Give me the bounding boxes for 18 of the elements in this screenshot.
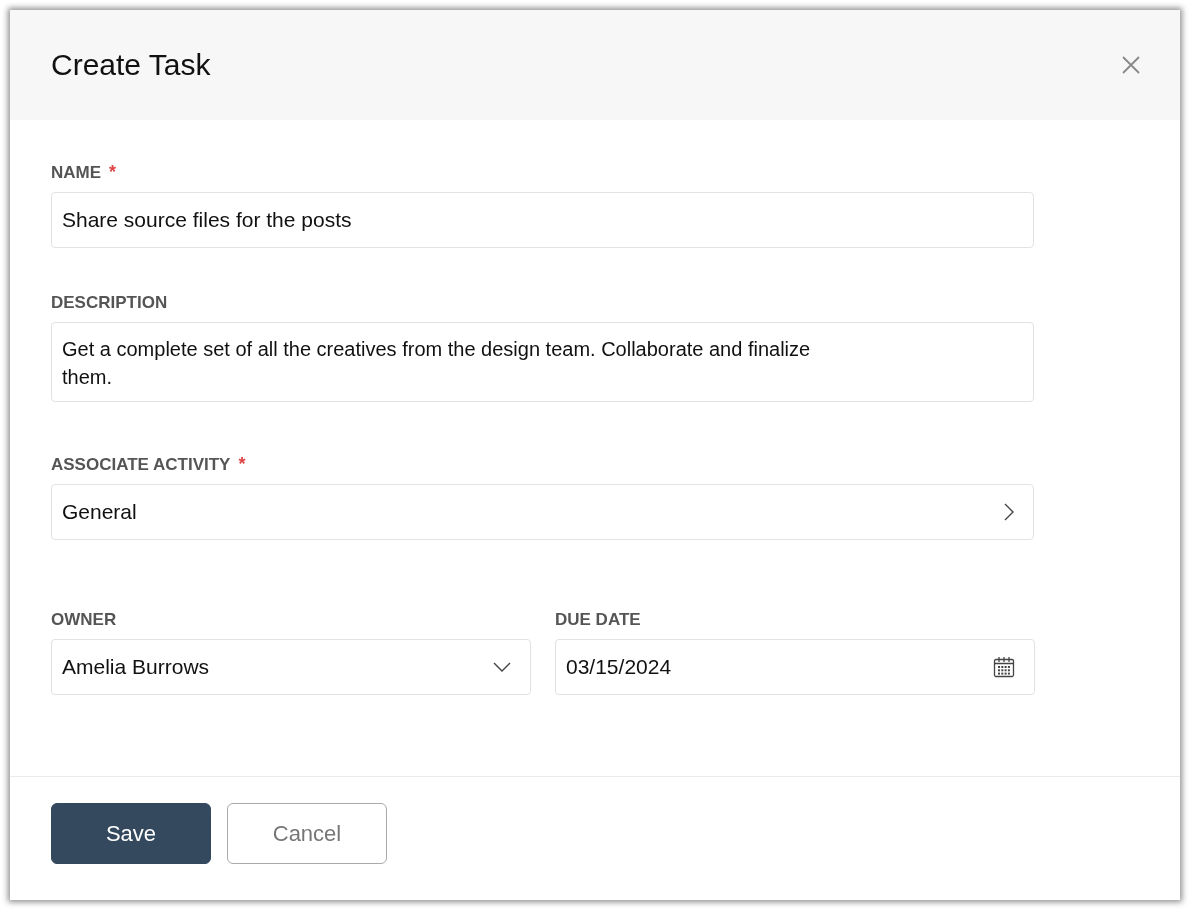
chevron-down-icon bbox=[493, 662, 511, 672]
text-field[interactable]: Share source files for the posts bbox=[51, 192, 1034, 248]
chevron-right-icon bbox=[1004, 503, 1014, 521]
field-label: NAME bbox=[51, 163, 102, 183]
select-field[interactable]: General bbox=[51, 484, 1034, 540]
field-label: ASSOCIATE ACTIVITY bbox=[51, 455, 231, 475]
date-field[interactable]: 03/15/2024 bbox=[555, 639, 1035, 695]
required-mark: * bbox=[238, 455, 246, 473]
calendar-icon bbox=[993, 656, 1015, 678]
field-label: DUE DATE bbox=[555, 610, 641, 630]
required-mark: * bbox=[109, 163, 117, 181]
description-field[interactable]: Get a complete set of all the creatives from the design team. Collaborate and finalize them. bbox=[51, 322, 1034, 402]
select-field[interactable]: Amelia Burrows bbox=[51, 639, 531, 695]
cancel-button[interactable]: Cancel bbox=[227, 803, 387, 864]
field-label: OWNER bbox=[51, 610, 117, 630]
dialog-title: Create Task bbox=[51, 48, 211, 82]
save-button[interactable]: Save bbox=[51, 803, 211, 864]
field-label: DESCRIPTION bbox=[51, 293, 168, 313]
